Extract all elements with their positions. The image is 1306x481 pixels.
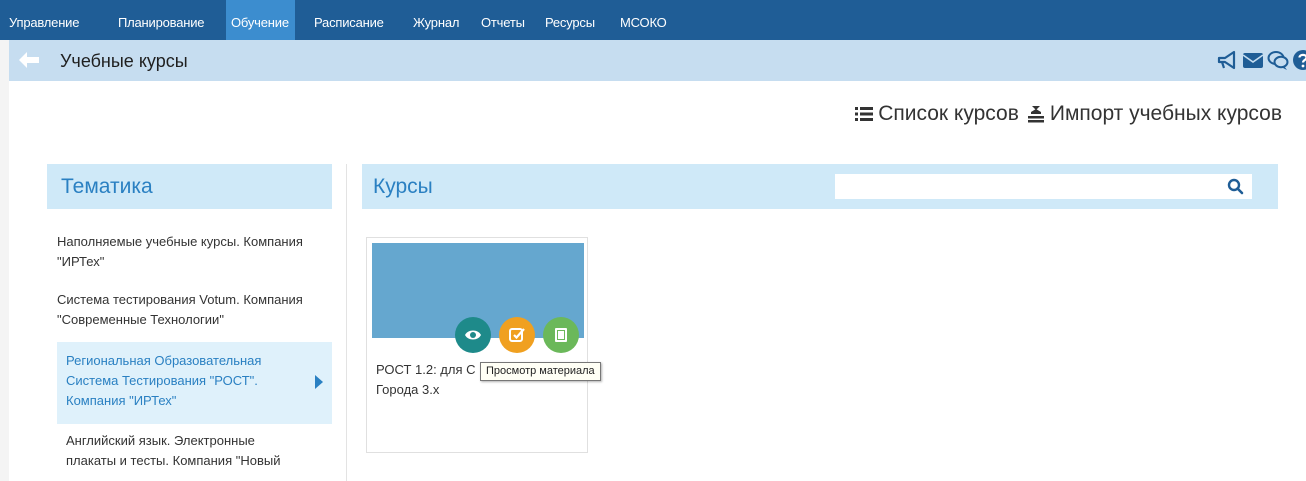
tooltip: Просмотр материала bbox=[480, 362, 601, 381]
help-icon[interactable] bbox=[1292, 49, 1306, 71]
book-icon bbox=[555, 328, 567, 342]
import-icon bbox=[1027, 106, 1044, 123]
eye-icon bbox=[465, 330, 481, 340]
search-box bbox=[834, 173, 1253, 200]
topic-item-selected[interactable]: Региональная Образовательная Система Тес… bbox=[66, 351, 301, 411]
top-navigation: Управление Планирование Обучение Расписа… bbox=[0, 0, 1306, 40]
nav-item-schedule[interactable]: Расписание bbox=[314, 0, 384, 40]
import-courses-link[interactable]: Импорт учебных курсов bbox=[1027, 100, 1282, 128]
courses-panel-header: Курсы bbox=[362, 164, 1278, 209]
topic-item[interactable]: Система тестирования Votum. Компания "Со… bbox=[57, 290, 332, 330]
chat-icon[interactable] bbox=[1267, 49, 1289, 71]
edit-material-button[interactable] bbox=[499, 317, 535, 353]
course-card[interactable]: РОСТ 1.2: для С Города 3.x bbox=[366, 237, 588, 453]
nav-item-learning[interactable]: Обучение bbox=[226, 0, 295, 40]
header-icons bbox=[1217, 49, 1306, 71]
list-icon bbox=[855, 107, 874, 121]
courses-title: Курсы bbox=[373, 175, 433, 198]
import-courses-label: Импорт учебных курсов bbox=[1049, 102, 1282, 125]
book-material-button[interactable] bbox=[543, 317, 579, 353]
view-material-button[interactable] bbox=[455, 317, 491, 353]
topic-item[interactable]: Английский язык. Электронные плакаты и т… bbox=[66, 431, 301, 471]
course-list-label: Список курсов bbox=[878, 102, 1019, 125]
search-icon[interactable] bbox=[1227, 178, 1244, 195]
page-header: Учебные курсы bbox=[9, 40, 1306, 81]
megaphone-icon[interactable] bbox=[1217, 49, 1239, 71]
page-title: Учебные курсы bbox=[60, 51, 188, 71]
course-list-link[interactable]: Список курсов bbox=[855, 100, 1019, 128]
chevron-right-icon bbox=[315, 375, 323, 389]
nav-item-journal[interactable]: Журнал bbox=[413, 0, 459, 40]
nav-item-resources[interactable]: Ресурсы bbox=[545, 0, 595, 40]
left-edge-strip bbox=[0, 0, 9, 481]
topics-title: Тематика bbox=[61, 175, 153, 198]
panel-divider bbox=[346, 164, 347, 481]
topic-item[interactable]: Наполняемые учебные курсы. Компания "ИРТ… bbox=[57, 232, 332, 272]
nav-item-msoko[interactable]: МСОКО bbox=[620, 0, 667, 40]
course-card-title-line2: Города 3.x bbox=[376, 382, 440, 397]
nav-item-planning[interactable]: Планирование bbox=[118, 0, 205, 40]
back-arrow-icon[interactable] bbox=[17, 50, 41, 70]
course-actions: Список курсов Импорт учебных курсов bbox=[847, 100, 1282, 128]
nav-item-management[interactable]: Управление bbox=[9, 0, 79, 40]
envelope-icon[interactable] bbox=[1242, 49, 1264, 71]
topics-panel-header: Тематика bbox=[47, 164, 332, 209]
search-input[interactable] bbox=[835, 174, 1225, 199]
nav-item-reports[interactable]: Отчеты bbox=[481, 0, 525, 40]
edit-check-icon bbox=[509, 328, 525, 342]
